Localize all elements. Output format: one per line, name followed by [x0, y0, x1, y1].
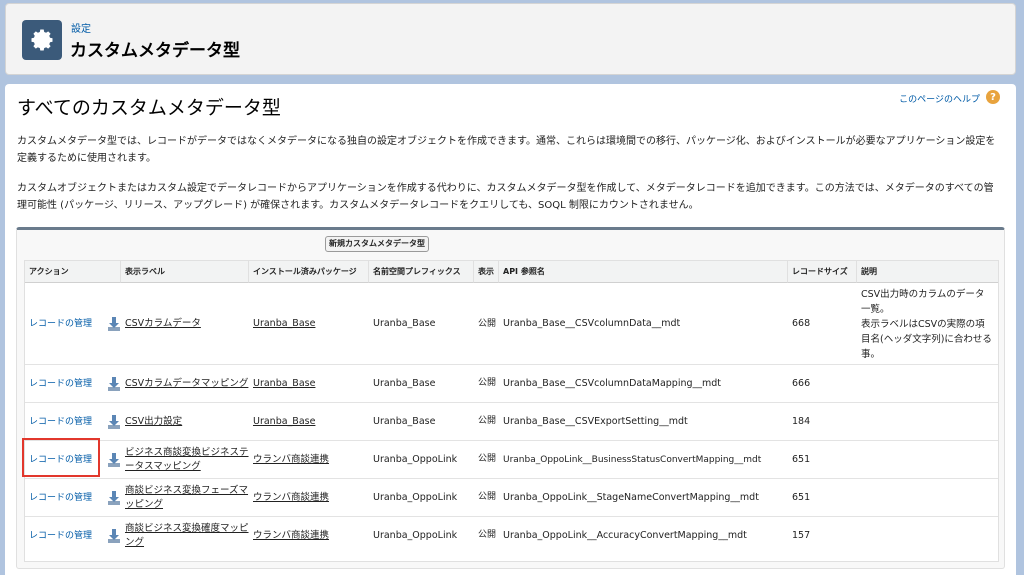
new-custom-metadata-type-button[interactable]: 新規カスタムメタデータ型 — [325, 236, 429, 252]
metadata-type-table: アクション 表示ラベル インストール済みパッケージ 名前空間プレフィックス 表示… — [24, 260, 999, 562]
visibility: 公開 — [478, 416, 497, 426]
package-text[interactable]: ウランバ商談連携 — [253, 529, 329, 543]
table-row: レコードの管理 CSVカラムデータマッピング Uranba_Base Uranb… — [25, 365, 998, 403]
manage-records-link[interactable]: レコードの管理 — [25, 284, 107, 364]
description — [857, 479, 998, 516]
download-icon[interactable] — [107, 316, 121, 336]
download-icon[interactable] — [107, 452, 121, 472]
label-text[interactable]: ビジネス商談変換ビジネステータスマッピング — [125, 446, 249, 474]
package-text[interactable]: Uranba_Base — [253, 415, 315, 429]
api-name: Uranba_OppoLink__BusinessStatusConvertMa… — [503, 454, 762, 465]
gear-icon — [22, 20, 62, 60]
api-name: Uranba_OppoLink__StageNameConvertMapping… — [503, 491, 759, 503]
page-header-title: カスタムメタデータ型 — [70, 41, 240, 61]
package-text[interactable]: ウランバ商談連携 — [253, 453, 329, 467]
api-name: Uranba_Base__CSVExportSetting__mdt — [503, 415, 688, 427]
label-link[interactable]: CSVカラムデータマッピング — [121, 365, 249, 402]
package-link[interactable]: Uranba_Base — [249, 403, 369, 440]
download-icon[interactable] — [107, 528, 121, 548]
help-link[interactable]: このページのヘルプ — [899, 92, 980, 105]
table-row: レコードの管理 CSVカラムデータ Uranba_Base Uranba_Bas… — [25, 284, 998, 365]
api-name: Uranba_Base__CSVcolumnDataMapping__mdt — [503, 377, 722, 389]
description-paragraph-1: カスタムメタデータ型では、レコードがデータではなくメタデータになる独自の設定オブ… — [17, 136, 996, 164]
package-link[interactable]: Uranba_Base — [249, 284, 369, 364]
package-link[interactable]: ウランバ商談連携 — [249, 479, 369, 516]
download-icon[interactable] — [107, 376, 121, 396]
namespace-prefix: Uranba_OppoLink — [373, 529, 458, 541]
table-row: レコードの管理 ビジネス商談変換ビジネステータスマッピング ウランバ商談連携 U… — [25, 441, 998, 479]
label-text[interactable]: CSVカラムデータマッピング — [125, 377, 248, 391]
label-link[interactable]: 商談ビジネス変換フェーズマッピング — [121, 479, 249, 516]
column-header-api-name[interactable]: API 参照名 — [499, 261, 788, 283]
download-icon[interactable] — [107, 414, 121, 434]
api-name: Uranba_Base__CSVcolumnData__mdt — [503, 318, 681, 329]
record-size: 184 — [792, 415, 811, 427]
column-header-package[interactable]: インストール済みパッケージ — [249, 261, 369, 283]
package-link[interactable]: Uranba_Base — [249, 365, 369, 402]
record-size: 668 — [792, 318, 811, 329]
visibility: 公開 — [478, 492, 497, 502]
column-header-prefix[interactable]: 名前空間プレフィックス — [369, 261, 474, 283]
metadata-type-list: 新規カスタムメタデータ型 アクション 表示ラベル インストール済みパッケージ 名… — [16, 227, 1005, 569]
package-link[interactable]: ウランバ商談連携 — [249, 517, 369, 554]
namespace-prefix: Uranba_Base — [373, 377, 436, 389]
breadcrumb[interactable]: 設定 — [71, 20, 91, 35]
manage-records-link[interactable]: レコードの管理 — [25, 365, 107, 402]
package-text[interactable]: Uranba_Base — [253, 317, 315, 331]
label-text[interactable]: 商談ビジネス変換フェーズマッピング — [125, 484, 249, 512]
label-text[interactable]: CSVカラムデータ — [125, 317, 201, 331]
label-link[interactable]: ビジネス商談変換ビジネステータスマッピング — [121, 441, 249, 478]
namespace-prefix: Uranba_OppoLink — [373, 491, 458, 503]
description — [857, 365, 998, 402]
page-header: 設定 カスタムメタデータ型 — [5, 3, 1016, 75]
api-name: Uranba_OppoLink__AccuracyConvertMapping_… — [503, 529, 747, 541]
help-icon[interactable]: ? — [986, 90, 1000, 104]
visibility: 公開 — [478, 378, 497, 388]
label-link[interactable]: CSV出力設定 — [121, 403, 249, 440]
description — [857, 441, 998, 478]
column-header-visibility[interactable]: 表示 — [474, 261, 499, 283]
description-paragraph-2: カスタムオブジェクトまたはカスタム設定でデータレコードからアプリケーションを作成… — [17, 183, 994, 211]
description: CSV出力時のカラムのデータ一覧。 表示ラベルはCSVの実際の項目名(ヘッダ文字… — [861, 289, 992, 360]
column-header-action: アクション — [25, 261, 121, 283]
namespace-prefix: Uranba_OppoLink — [373, 453, 458, 465]
manage-records-link[interactable]: レコードの管理 — [25, 403, 107, 440]
description — [857, 403, 998, 440]
record-size: 651 — [792, 491, 811, 503]
column-header-description: 説明 — [857, 261, 998, 283]
manage-records-link[interactable]: レコードの管理 — [25, 517, 107, 554]
label-link[interactable]: CSVカラムデータ — [121, 284, 249, 364]
record-size: 651 — [792, 453, 811, 465]
main-content: すべてのカスタムメタデータ型 このページのヘルプ ? カスタムメタデータ型では、… — [5, 84, 1016, 575]
manage-records-link[interactable]: レコードの管理 — [25, 441, 107, 478]
package-text[interactable]: Uranba_Base — [253, 377, 315, 391]
package-text[interactable]: ウランバ商談連携 — [253, 491, 329, 505]
description — [857, 517, 998, 554]
record-size: 666 — [792, 377, 811, 389]
label-link[interactable]: 商談ビジネス変換確度マッピング — [121, 517, 249, 554]
namespace-prefix: Uranba_Base — [373, 415, 436, 427]
label-text[interactable]: 商談ビジネス変換確度マッピング — [125, 522, 249, 550]
record-size: 157 — [792, 529, 811, 541]
visibility: 公開 — [478, 530, 497, 540]
label-text[interactable]: CSV出力設定 — [125, 415, 182, 429]
table-row: レコードの管理 CSV出力設定 Uranba_Base Uranba_Base … — [25, 403, 998, 441]
download-icon[interactable] — [107, 490, 121, 510]
visibility: 公開 — [478, 454, 497, 464]
column-header-label[interactable]: 表示ラベル — [121, 261, 249, 283]
table-row: レコードの管理 商談ビジネス変換フェーズマッピング ウランバ商談連携 Uranb… — [25, 479, 998, 517]
page-title: すべてのカスタムメタデータ型 — [17, 97, 281, 119]
manage-records-link[interactable]: レコードの管理 — [25, 479, 107, 516]
package-link[interactable]: ウランバ商談連携 — [249, 441, 369, 478]
table-row: レコードの管理 商談ビジネス変換確度マッピング ウランバ商談連携 Uranba_… — [25, 517, 998, 554]
column-header-record-size[interactable]: レコードサイズ — [788, 261, 857, 283]
visibility: 公開 — [478, 318, 497, 329]
namespace-prefix: Uranba_Base — [373, 318, 436, 329]
